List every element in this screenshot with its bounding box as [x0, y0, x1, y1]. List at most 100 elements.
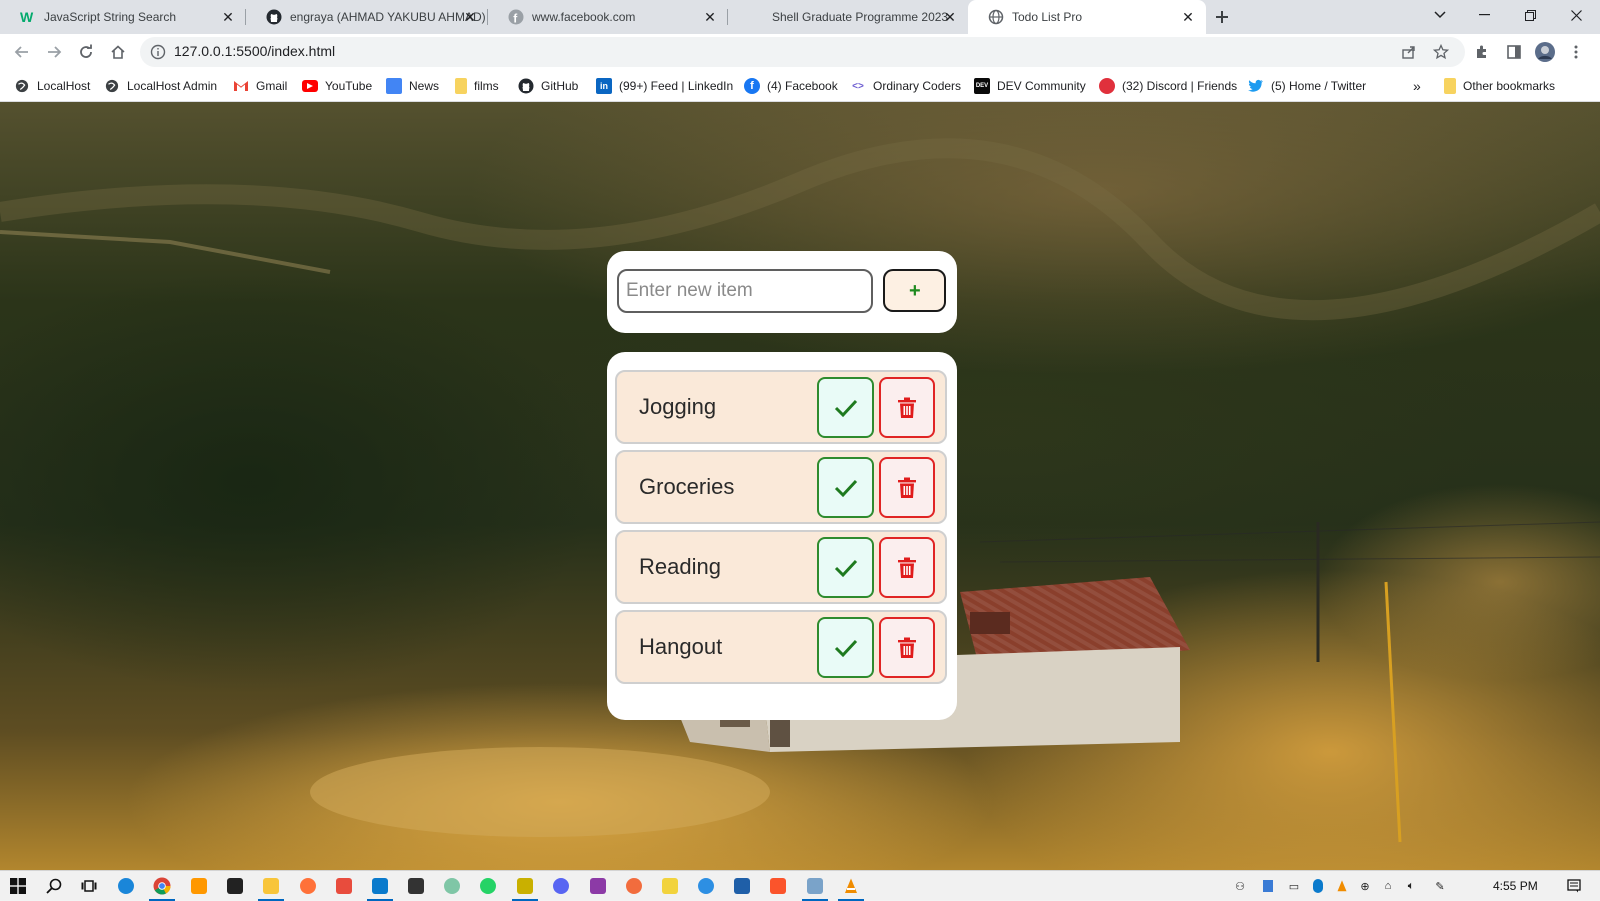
minimize-button[interactable] [1462, 0, 1506, 30]
info-icon[interactable] [150, 44, 166, 60]
bookmark-label: (4) Facebook [767, 79, 838, 93]
start-button[interactable] [9, 877, 27, 895]
tab-github[interactable]: engraya (AHMAD YAKUBU AHMAD) ✕ [246, 0, 488, 34]
tab-shell-graduate[interactable]: Shell Graduate Programme 2023 ✕ [728, 0, 968, 34]
delete-item-button[interactable] [879, 617, 935, 678]
bookmark-discord[interactable]: (32) Discord | Friends [1099, 77, 1237, 95]
app-taskbar-icon[interactable] [697, 877, 715, 895]
bookmark-label: (99+) Feed | LinkedIn [619, 79, 734, 93]
volume-icon[interactable]: 🔈︎ [1403, 878, 1419, 894]
address-bar[interactable]: 127.0.0.1:5500/index.html [140, 37, 1465, 67]
firefox-taskbar-icon[interactable] [299, 877, 317, 895]
whatsapp-taskbar-icon[interactable] [479, 877, 497, 895]
app-taskbar-icon[interactable] [661, 877, 679, 895]
close-tab-icon[interactable]: ✕ [462, 9, 478, 25]
reload-button[interactable] [72, 38, 100, 66]
tab-todo-list-pro[interactable]: Todo List Pro ✕ [968, 0, 1206, 34]
battery-icon[interactable]: ▭ [1286, 878, 1302, 894]
complete-item-button[interactable] [817, 377, 874, 438]
discord-taskbar-icon[interactable] [552, 877, 570, 895]
app-taskbar-icon[interactable] [802, 877, 828, 901]
close-tab-icon[interactable]: ✕ [942, 9, 958, 25]
bookmark-localhost[interactable]: LocalHost [14, 77, 90, 95]
search-button[interactable] [45, 877, 63, 895]
app-taskbar-icon[interactable] [733, 877, 751, 895]
app-taskbar-icon[interactable] [335, 877, 353, 895]
more-bookmarks-button[interactable]: » [1413, 77, 1421, 95]
people-icon[interactable]: ⚇ [1232, 878, 1248, 894]
complete-item-button[interactable] [817, 617, 874, 678]
bookmark-linkedin[interactable]: in (99+) Feed | LinkedIn [596, 77, 733, 95]
bluetooth-icon[interactable] [1310, 878, 1326, 894]
tab-search-button[interactable] [1418, 0, 1462, 30]
mail-taskbar-icon[interactable] [407, 877, 425, 895]
other-bookmarks[interactable]: Other bookmarks [1444, 77, 1555, 95]
task-view-button[interactable] [80, 877, 98, 895]
bookmark-news[interactable]: News [386, 77, 439, 95]
sticky-notes-taskbar-icon[interactable] [512, 877, 538, 901]
back-button[interactable] [8, 38, 36, 66]
notifications-icon[interactable] [1566, 878, 1582, 894]
vlc-taskbar-icon[interactable] [838, 877, 864, 901]
network-icon[interactable]: ⌂ [1380, 878, 1396, 894]
complete-item-button[interactable] [817, 457, 874, 518]
github-icon [266, 9, 282, 25]
share-icon[interactable] [1401, 44, 1417, 60]
vlc-tray-icon[interactable] [1334, 878, 1350, 894]
edge-taskbar-icon[interactable] [117, 877, 135, 895]
notes-icon[interactable] [1260, 878, 1276, 894]
file-explorer-taskbar-icon[interactable] [258, 877, 284, 901]
bookmark-twitter[interactable]: (5) Home / Twitter [1248, 77, 1366, 95]
delete-item-button[interactable] [879, 377, 935, 438]
menu-icon[interactable] [1566, 42, 1586, 62]
tab-title: JavaScript String Search [44, 10, 177, 24]
plus-icon: + [909, 281, 921, 301]
delete-item-button[interactable] [879, 537, 935, 598]
bookmark-youtube[interactable]: YouTube [302, 77, 372, 95]
bookmark-localhost-admin[interactable]: LocalHost Admin [104, 77, 217, 95]
sublime-taskbar-icon[interactable] [190, 877, 208, 895]
tab-facebook[interactable]: f www.facebook.com ✕ [488, 0, 728, 34]
close-tab-icon[interactable]: ✕ [702, 9, 718, 25]
tab-title: www.facebook.com [532, 10, 636, 24]
taskbar-clock[interactable]: 4:55 PM [1493, 879, 1538, 893]
bookmark-star-icon[interactable] [1433, 44, 1449, 60]
bookmark-ordinary-coders[interactable]: <> Ordinary Coders [850, 77, 961, 95]
pen-icon[interactable]: ✎ [1432, 878, 1448, 894]
bookmark-dev-community[interactable]: DEV DEV Community [974, 77, 1086, 95]
app-taskbar-icon[interactable] [625, 877, 643, 895]
close-window-button[interactable] [1554, 0, 1598, 30]
complete-item-button[interactable] [817, 537, 874, 598]
new-tab-button[interactable] [1208, 3, 1236, 31]
restore-button[interactable] [1508, 0, 1552, 30]
tab-javascript-string-search[interactable]: W JavaScript String Search ✕ [0, 0, 246, 34]
bookmark-label: (5) Home / Twitter [1271, 79, 1367, 93]
globe-icon[interactable]: ⊕ [1357, 878, 1373, 894]
slack-taskbar-icon[interactable] [443, 877, 461, 895]
bookmark-github[interactable]: GitHub [518, 77, 578, 95]
bookmark-label: YouTube [325, 79, 373, 93]
bookmarks-bar: LocalHost LocalHost Admin Gmail YouTube … [0, 70, 1600, 102]
add-item-button[interactable]: + [883, 269, 946, 312]
extensions-icon[interactable] [1472, 42, 1492, 62]
vscode-taskbar-icon[interactable] [367, 877, 393, 901]
app-taskbar-icon[interactable] [589, 877, 607, 895]
bookmark-gmail[interactable]: Gmail [233, 77, 287, 95]
bookmark-facebook[interactable]: f (4) Facebook [744, 77, 838, 95]
avatar[interactable] [1535, 42, 1555, 62]
side-panel-icon[interactable] [1504, 42, 1524, 62]
bookmark-films[interactable]: films [455, 77, 499, 95]
chrome-taskbar-icon[interactable] [149, 877, 175, 901]
close-tab-icon[interactable]: ✕ [220, 9, 236, 25]
new-item-input[interactable] [617, 269, 873, 313]
brave-taskbar-icon[interactable] [769, 877, 787, 895]
delete-item-button[interactable] [879, 457, 935, 518]
close-tab-icon[interactable]: ✕ [1180, 9, 1196, 25]
home-button[interactable] [104, 38, 132, 66]
store-taskbar-icon[interactable] [226, 877, 244, 895]
forward-button[interactable] [40, 38, 68, 66]
plus-icon [1216, 11, 1228, 23]
chevron-down-icon [1434, 11, 1446, 19]
discord-icon [1099, 78, 1115, 94]
url-text[interactable]: 127.0.0.1:5500/index.html [174, 43, 335, 59]
